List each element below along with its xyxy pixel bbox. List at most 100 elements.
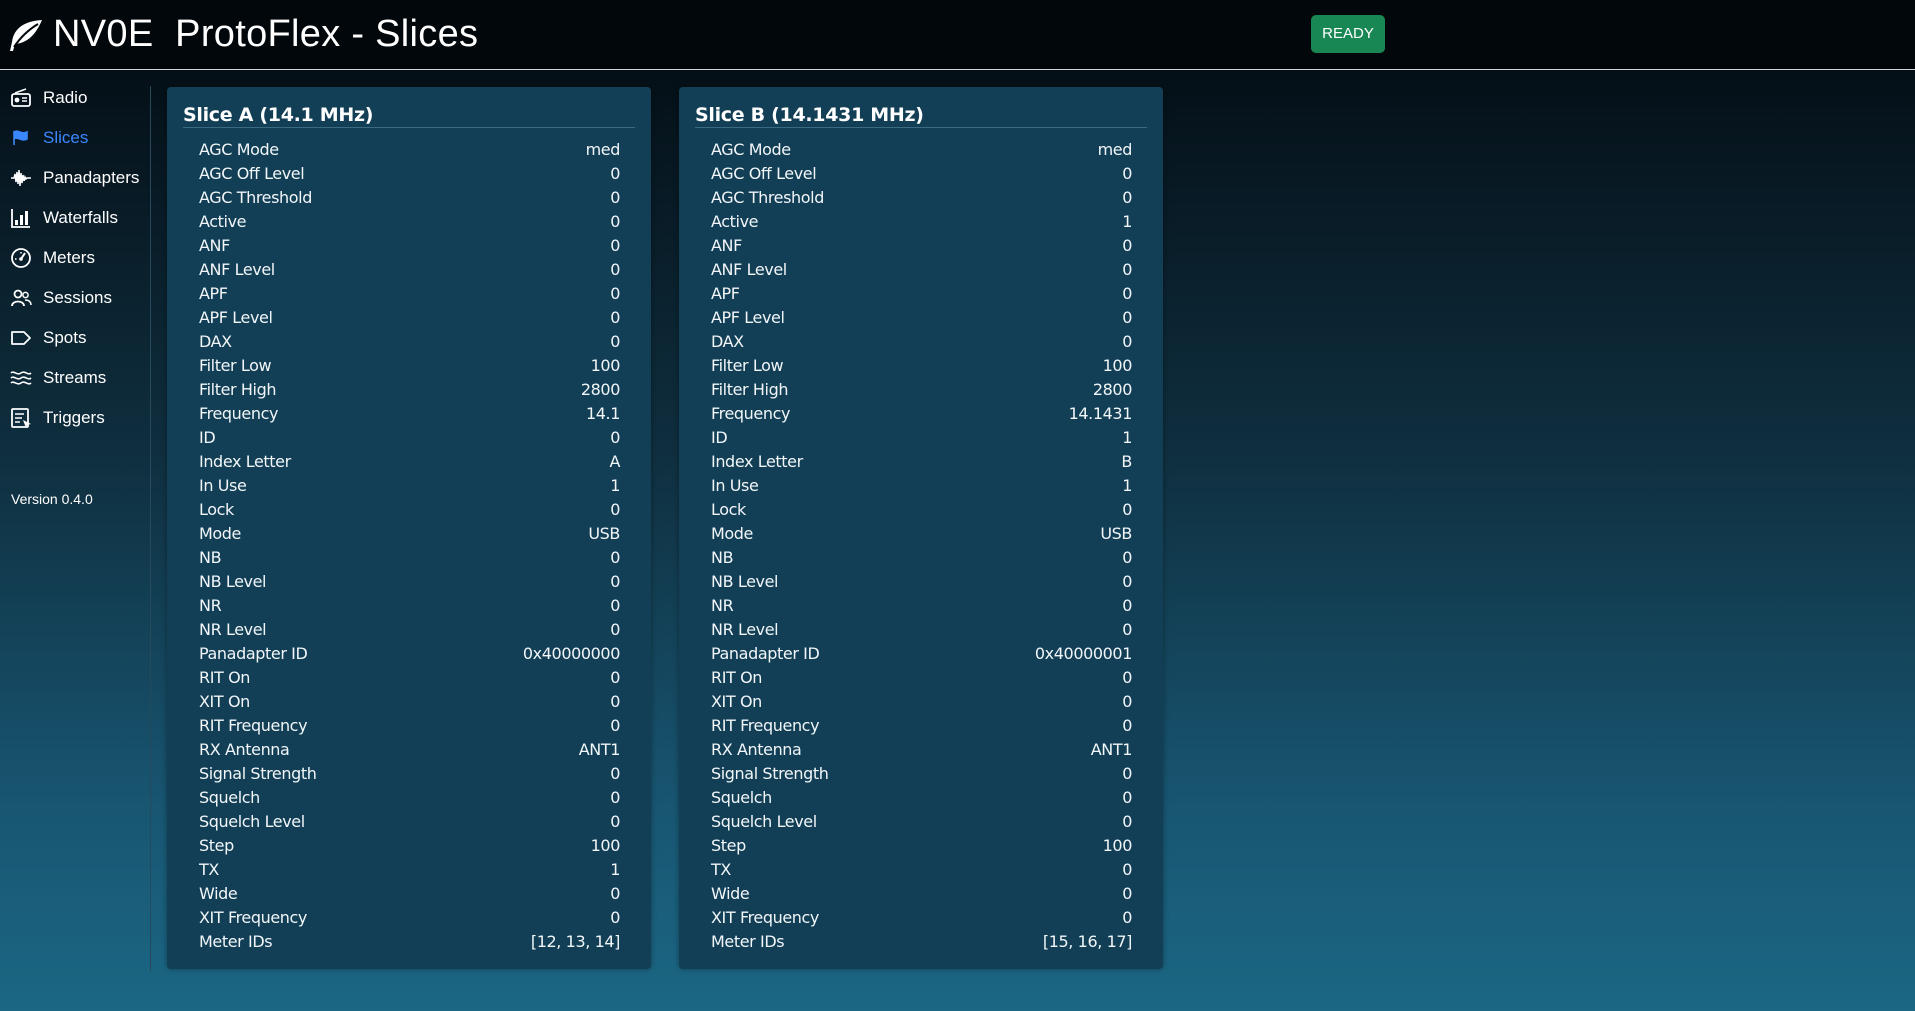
slice-property-list: AGC Mode med AGC Off Level 0 AGC Threshold 0 A…: [199, 137, 620, 953]
flag-icon: [10, 127, 32, 149]
property-row: Signal Strength 0: [711, 761, 1132, 785]
property-row: AGC Threshold 0: [711, 185, 1132, 209]
property-label: XIT On: [711, 691, 762, 711]
property-row: ANF 0: [711, 233, 1132, 257]
property-row: Filter Low 100: [199, 353, 620, 377]
sidebar-item-label: Waterfalls: [43, 208, 118, 227]
property-row: In Use 1: [711, 473, 1132, 497]
property-value: 0: [1122, 811, 1132, 831]
property-value: 0: [1122, 259, 1132, 279]
property-label: NB: [711, 547, 734, 567]
sidebar-item-label: Triggers: [43, 408, 105, 427]
property-row: RIT Frequency 0: [199, 713, 620, 737]
property-row: Meter IDs [12, 13, 14]: [199, 929, 620, 953]
property-label: RIT Frequency: [711, 715, 820, 735]
radio-icon: [10, 87, 32, 109]
property-row: Squelch Level 0: [199, 809, 620, 833]
property-value: 0: [610, 691, 620, 711]
property-value: ANT1: [578, 739, 621, 759]
property-label: NB Level: [199, 571, 267, 591]
property-label: RIT On: [711, 667, 763, 687]
sidebar-item-radio[interactable]: Radio: [10, 83, 150, 113]
property-value: 0: [610, 883, 620, 903]
sidebar-item-slices[interactable]: Slices: [10, 123, 150, 153]
card-divider: [183, 127, 635, 128]
property-label: RIT Frequency: [199, 715, 308, 735]
property-value: [15, 16, 17]: [1042, 931, 1133, 951]
app-header: NV0E ProtoFlex - Slices READY: [0, 0, 1915, 70]
property-label: In Use: [711, 475, 759, 495]
slice-title: Slice B (14.1431 MHz): [695, 104, 924, 126]
property-row: Lock 0: [711, 497, 1132, 521]
property-row: XIT Frequency 0: [199, 905, 620, 929]
property-value: B: [1121, 451, 1132, 471]
sidebar-item-triggers[interactable]: Triggers: [10, 403, 150, 433]
tag-icon: [10, 327, 32, 349]
property-value: 0: [610, 235, 620, 255]
property-value: 0: [610, 787, 620, 807]
property-label: NB: [199, 547, 222, 567]
property-row: ANF Level 0: [711, 257, 1132, 281]
property-label: Panadapter ID: [711, 643, 820, 663]
property-row: NR 0: [711, 593, 1132, 617]
sidebar-item-panadapters[interactable]: Panadapters: [10, 163, 150, 193]
property-row: AGC Mode med: [711, 137, 1132, 161]
sidebar-item-label: Streams: [43, 368, 107, 387]
property-row: NB Level 0: [711, 569, 1132, 593]
property-row: Mode USB: [711, 521, 1132, 545]
property-row: AGC Off Level 0: [711, 161, 1132, 185]
property-value: 14.1: [585, 403, 620, 423]
property-label: Squelch Level: [199, 811, 305, 831]
property-value: 2800: [580, 379, 621, 399]
property-value: 0: [1122, 499, 1132, 519]
property-value: 14.1431: [1068, 403, 1133, 423]
property-value: 0: [610, 571, 620, 591]
property-value: A: [609, 451, 620, 471]
property-label: NR: [711, 595, 734, 615]
property-value: 0: [1122, 307, 1132, 327]
property-label: Mode: [711, 523, 753, 543]
property-label: Signal Strength: [199, 763, 317, 783]
property-label: NR Level: [711, 619, 779, 639]
property-value: 0: [610, 163, 620, 183]
property-value: 0: [610, 427, 620, 447]
property-value: 0: [1122, 571, 1132, 591]
property-label: ANF: [199, 235, 230, 255]
sidebar-item-waterfalls[interactable]: Waterfalls: [10, 203, 150, 233]
property-row: XIT On 0: [711, 689, 1132, 713]
property-label: AGC Off Level: [711, 163, 817, 183]
sidebar-item-spots[interactable]: Spots: [10, 323, 150, 353]
sidebar-item-label: Meters: [43, 248, 95, 267]
property-row: NR 0: [199, 593, 620, 617]
property-value: 0: [610, 595, 620, 615]
property-row: DAX 0: [199, 329, 620, 353]
property-row: Step 100: [199, 833, 620, 857]
property-value: 0: [610, 715, 620, 735]
property-label: Frequency: [199, 403, 279, 423]
property-value: 0: [610, 307, 620, 327]
property-label: APF Level: [199, 307, 273, 327]
sidebar-item-meters[interactable]: Meters: [10, 243, 150, 273]
property-label: RIT On: [199, 667, 251, 687]
property-row: Filter Low 100: [711, 353, 1132, 377]
sidebar-item-sessions[interactable]: Sessions: [10, 283, 150, 313]
property-value: 0: [1122, 715, 1132, 735]
property-value: 1: [1122, 427, 1132, 447]
property-label: TX: [711, 859, 731, 879]
property-value: 0: [610, 667, 620, 687]
property-value: 0: [610, 259, 620, 279]
property-row: AGC Off Level 0: [199, 161, 620, 185]
property-row: Step 100: [711, 833, 1132, 857]
sidebar-item-label: Spots: [43, 328, 87, 347]
sidebar-item-streams[interactable]: Streams: [10, 363, 150, 393]
property-value: 0: [1122, 883, 1132, 903]
property-row: Frequency 14.1: [199, 401, 620, 425]
property-value: 0: [610, 619, 620, 639]
property-value: 0: [1122, 691, 1132, 711]
property-value: 0: [1122, 283, 1132, 303]
property-label: ID: [199, 427, 216, 447]
property-label: Signal Strength: [711, 763, 829, 783]
slice-card-b: Slice B (14.1431 MHz) AGC Mode med AGC Off…: [679, 87, 1163, 969]
speedometer-icon: [10, 247, 32, 269]
property-value: 1: [1122, 475, 1132, 495]
